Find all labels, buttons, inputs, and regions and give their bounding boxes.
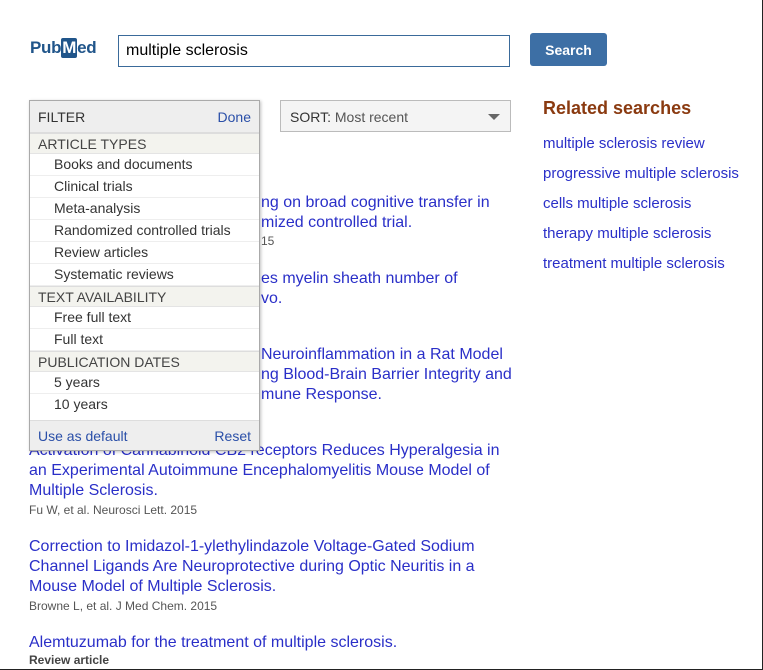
filter-rct[interactable]: Randomized controlled trials (30, 220, 259, 242)
sort-label: SORT: (290, 109, 331, 125)
filter-meta-analysis[interactable]: Meta-analysis (30, 198, 259, 220)
done-button[interactable]: Done (218, 109, 251, 125)
search-button[interactable]: Search (530, 33, 607, 66)
section-article-types: ARTICLE TYPES (30, 133, 259, 154)
related-search-link[interactable]: progressive multiple sclerosis (543, 159, 739, 189)
reset-link[interactable]: Reset (214, 428, 251, 444)
filter-10-years[interactable]: 10 years (30, 394, 259, 416)
result-title-fragment[interactable]: mune Response. (261, 385, 382, 405)
filter-books[interactable]: Books and documents (30, 154, 259, 176)
result-title[interactable]: Correction to Imidazol-1-ylethylindazole… (29, 537, 475, 597)
result-title-fragment[interactable]: ng on broad cognitive transfer in (261, 193, 490, 213)
use-as-default-link[interactable]: Use as default (38, 428, 128, 444)
related-search-link[interactable]: treatment multiple sclerosis (543, 249, 739, 279)
related-search-link[interactable]: multiple sclerosis review (543, 129, 739, 159)
result-title[interactable]: Alemtuzumab for the treatment of multipl… (29, 633, 397, 653)
result-title-fragment[interactable]: es myelin sheath number of (261, 269, 458, 289)
result-meta-fragment: 15 (261, 234, 275, 248)
filter-clinical-trials[interactable]: Clinical trials (30, 176, 259, 198)
result-type-badge: Review article (29, 653, 110, 667)
result-title-fragment[interactable]: Neuroinflammation in a Rat Model (261, 345, 503, 365)
section-text-availability: TEXT AVAILABILITY (30, 286, 259, 307)
filter-review[interactable]: Review articles (30, 242, 259, 264)
filter-systematic-reviews[interactable]: Systematic reviews (30, 264, 259, 286)
result-title-fragment[interactable]: vo. (261, 289, 282, 309)
section-publication-dates: PUBLICATION DATES (30, 351, 259, 372)
filter-full-text[interactable]: Full text (30, 329, 259, 351)
sort-dropdown[interactable]: SORT: Most recent (280, 100, 511, 132)
related-searches-title: Related searches (543, 98, 692, 118)
chevron-down-icon (488, 114, 500, 120)
related-searches: Related searches multiple sclerosis revi… (543, 98, 739, 279)
search-input[interactable] (118, 35, 510, 67)
filter-title: FILTER (38, 109, 86, 125)
filter-free-full-text[interactable]: Free full text (30, 307, 259, 329)
result-meta: Fu W, et al. Neurosci Lett. 2015 (29, 503, 198, 517)
sort-value: Most recent (334, 109, 409, 125)
result-meta: Browne L, et al. J Med Chem. 2015 (29, 599, 218, 613)
result-title-fragment[interactable]: ng Blood-Brain Barrier Integrity and (261, 365, 512, 385)
pubmed-logo[interactable]: PubMed (30, 38, 97, 58)
result-title-fragment[interactable]: mized controlled trial. (261, 213, 412, 233)
filter-5-years[interactable]: 5 years (30, 372, 259, 394)
related-search-link[interactable]: cells multiple sclerosis (543, 189, 739, 219)
related-search-link[interactable]: therapy multiple sclerosis (543, 219, 739, 249)
filter-panel: FILTER Done ARTICLE TYPES Books and docum… (29, 100, 260, 451)
